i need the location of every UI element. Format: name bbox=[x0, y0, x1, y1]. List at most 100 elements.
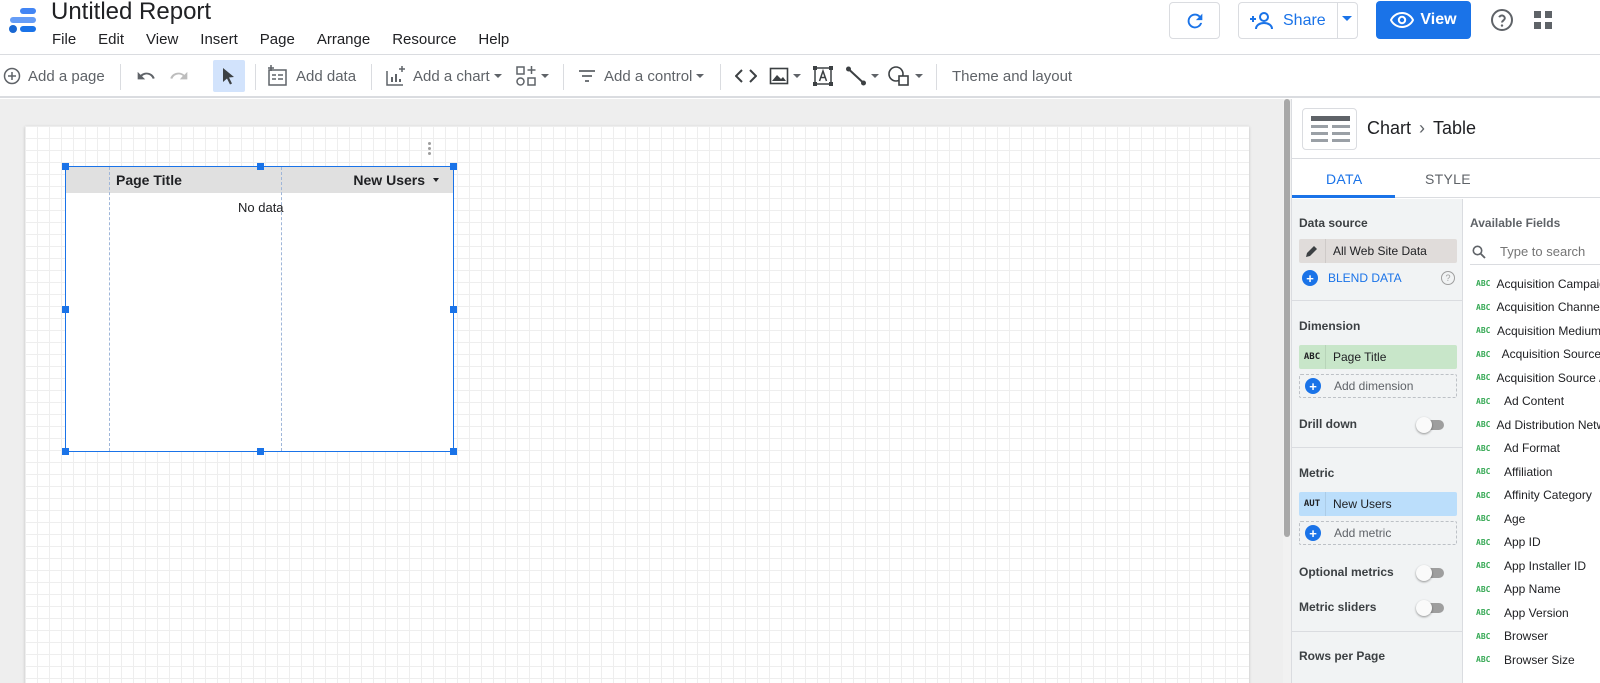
metric-sliders-label: Metric sliders bbox=[1299, 600, 1377, 614]
add-control-button[interactable]: Add a control bbox=[577, 56, 705, 96]
metric-sliders-toggle[interactable] bbox=[1416, 600, 1446, 616]
metric-chip[interactable]: AUT New Users bbox=[1299, 492, 1457, 516]
dimension-chip[interactable]: ABC Page Title bbox=[1299, 345, 1457, 369]
data-settings-column: Data source All Web Site Data + BLEND DA… bbox=[1292, 199, 1463, 683]
menu-arrange[interactable]: Arrange bbox=[306, 31, 381, 48]
menu-resource[interactable]: Resource bbox=[381, 31, 467, 48]
field-item[interactable]: ABC App Installer ID bbox=[1464, 554, 1600, 578]
cursor-arrow-icon bbox=[223, 68, 234, 85]
field-item[interactable]: ABC Ad Content bbox=[1464, 390, 1600, 414]
table-chart[interactable]: Page Title New Users No data bbox=[62, 163, 457, 455]
data-source-name: All Web Site Data bbox=[1333, 244, 1427, 258]
text-type-icon: ABC bbox=[1476, 302, 1491, 312]
breadcrumb-current: Table bbox=[1433, 118, 1477, 138]
chart-type-selector[interactable] bbox=[1302, 108, 1357, 150]
add-page-button[interactable]: Add a page bbox=[3, 56, 105, 96]
share-dropdown-icon[interactable] bbox=[1342, 16, 1352, 21]
undo-button[interactable] bbox=[136, 56, 156, 96]
report-page[interactable]: Page Title New Users No data bbox=[25, 126, 1249, 683]
tab-data[interactable]: DATA bbox=[1326, 171, 1362, 187]
menu-view[interactable]: View bbox=[135, 31, 189, 48]
redo-icon bbox=[170, 71, 188, 80]
resize-handle-bottom[interactable] bbox=[257, 448, 264, 455]
report-title[interactable]: Untitled Report bbox=[51, 0, 211, 26]
theme-layout-label: Theme and layout bbox=[952, 67, 1073, 85]
add-metric-button[interactable]: + Add metric bbox=[1299, 521, 1457, 545]
field-search-box[interactable] bbox=[1470, 239, 1600, 265]
text-box-button[interactable] bbox=[812, 56, 834, 96]
menu-file[interactable]: File bbox=[41, 31, 87, 48]
apps-grid-icon[interactable] bbox=[1533, 10, 1553, 30]
data-studio-logo-icon[interactable] bbox=[6, 6, 38, 36]
help-icon[interactable] bbox=[1490, 8, 1514, 32]
table-header: Page Title New Users bbox=[66, 167, 453, 193]
share-divider bbox=[1337, 2, 1338, 39]
embed-url-button[interactable] bbox=[735, 56, 757, 96]
menu-page[interactable]: Page bbox=[249, 31, 306, 48]
community-visualizations-button[interactable] bbox=[515, 56, 549, 96]
data-source-chip[interactable]: All Web Site Data bbox=[1299, 239, 1457, 263]
field-item[interactable]: ABC Affinity Category bbox=[1464, 484, 1600, 508]
redo-button[interactable] bbox=[169, 56, 189, 96]
breadcrumb-parent[interactable]: Chart bbox=[1367, 118, 1411, 139]
menu-help[interactable]: Help bbox=[467, 31, 520, 48]
panel-tabs: DATA STYLE bbox=[1292, 158, 1600, 198]
canvas-scrollbar[interactable] bbox=[1283, 99, 1291, 683]
shape-button[interactable] bbox=[887, 56, 923, 96]
view-button[interactable]: View bbox=[1376, 1, 1471, 39]
field-item[interactable]: ABC Affiliation bbox=[1464, 460, 1600, 484]
resize-handle-bottom-right[interactable] bbox=[450, 448, 457, 455]
pencil-icon[interactable] bbox=[1299, 239, 1326, 263]
image-button[interactable] bbox=[769, 56, 801, 96]
field-item[interactable]: ABC Acquisition Campaign bbox=[1464, 272, 1600, 296]
column-header-page-title[interactable]: Page Title bbox=[116, 172, 182, 188]
resize-handle-top-right[interactable] bbox=[450, 163, 457, 170]
field-item[interactable]: ABC Acquisition Channel bbox=[1464, 296, 1600, 320]
field-search-input[interactable] bbox=[1500, 244, 1600, 259]
field-item[interactable]: ABC App ID bbox=[1464, 531, 1600, 555]
resize-handle-bottom-left[interactable] bbox=[62, 448, 69, 455]
menu-edit[interactable]: Edit bbox=[87, 31, 135, 48]
line-button[interactable] bbox=[845, 56, 879, 96]
resize-handle-left[interactable] bbox=[62, 306, 69, 313]
field-item[interactable]: ABC Age bbox=[1464, 507, 1600, 531]
field-item[interactable]: ABC Browser bbox=[1464, 625, 1600, 649]
refresh-button[interactable] bbox=[1169, 2, 1220, 39]
select-tool-button[interactable] bbox=[213, 60, 245, 92]
scrollbar-thumb[interactable] bbox=[1284, 99, 1290, 537]
dimension-name: Page Title bbox=[1333, 350, 1387, 364]
section-divider bbox=[1292, 300, 1463, 301]
field-item[interactable]: ABC App Name bbox=[1464, 578, 1600, 602]
field-item[interactable]: ABC Ad Distribution Network bbox=[1464, 413, 1600, 437]
add-chart-button[interactable]: Add a chart bbox=[385, 56, 502, 96]
resize-handle-top[interactable] bbox=[257, 163, 264, 170]
resize-handle-top-left[interactable] bbox=[62, 163, 69, 170]
blend-data-button[interactable]: + BLEND DATA bbox=[1302, 270, 1402, 286]
theme-layout-button[interactable]: Theme and layout bbox=[952, 56, 1072, 96]
field-item[interactable]: ABC Acquisition Source bbox=[1464, 343, 1600, 367]
menu-insert[interactable]: Insert bbox=[189, 31, 249, 48]
text-type-icon: ABC bbox=[1476, 537, 1491, 547]
text-type-icon: ABC bbox=[1476, 279, 1491, 289]
field-item[interactable]: ABC Acquisition Source / Medium bbox=[1464, 366, 1600, 390]
field-item[interactable]: ABC Acquisition Medium bbox=[1464, 319, 1600, 343]
drill-down-toggle[interactable] bbox=[1416, 417, 1446, 433]
tab-style[interactable]: STYLE bbox=[1425, 171, 1471, 187]
share-button[interactable]: Share bbox=[1238, 2, 1358, 39]
field-item[interactable]: ABC Browser Size bbox=[1464, 648, 1600, 672]
field-name: Acquisition Campaign bbox=[1496, 276, 1600, 291]
add-data-button[interactable]: Add data bbox=[267, 56, 356, 96]
add-dimension-button[interactable]: + Add dimension bbox=[1299, 374, 1457, 398]
filter-icon bbox=[579, 70, 595, 82]
text-type-icon: ABC bbox=[1476, 655, 1491, 665]
resize-handle-right[interactable] bbox=[450, 306, 457, 313]
optional-metrics-toggle[interactable] bbox=[1416, 565, 1446, 581]
help-icon[interactable]: ? bbox=[1441, 271, 1455, 285]
sort-descending-icon[interactable] bbox=[433, 178, 439, 182]
column-header-new-users[interactable]: New Users bbox=[353, 172, 425, 188]
field-item[interactable]: ABC App Version bbox=[1464, 601, 1600, 625]
more-options-icon[interactable] bbox=[428, 142, 432, 157]
field-name: Acquisition Medium bbox=[1496, 323, 1600, 338]
add-icon: + bbox=[1302, 270, 1318, 286]
field-item[interactable]: ABC Ad Format bbox=[1464, 437, 1600, 461]
